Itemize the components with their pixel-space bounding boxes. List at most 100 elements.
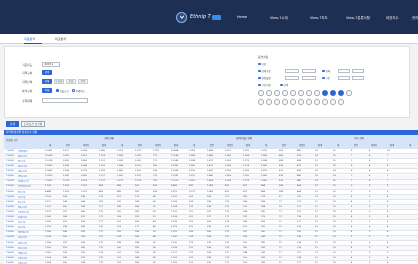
column-header[interactable]: 합계: [242, 143, 254, 147]
column-header[interactable]: 입주: [350, 143, 362, 147]
column-header[interactable]: 미입주: [80, 143, 92, 147]
option-input-8[interactable]: [352, 75, 364, 80]
logo-icon: [176, 11, 187, 23]
row-value: 25: [333, 154, 336, 157]
option-input-7[interactable]: [338, 75, 350, 80]
column-header[interactable]: 합계: [170, 143, 182, 147]
output-select[interactable]: [42, 98, 88, 103]
search-button[interactable]: 검색: [6, 121, 19, 127]
analysis-chip[interactable]: 전체: [42, 88, 52, 93]
option-circle-3[interactable]: [274, 90, 280, 96]
column-header[interactable]: 입주: [134, 143, 146, 147]
column-header[interactable]: 계: [260, 143, 272, 147]
option-circle-6[interactable]: [298, 90, 304, 96]
nav-item-home[interactable]: Home: [237, 15, 247, 19]
option-radio-section[interactable]: 구간지정: [258, 83, 271, 87]
option-circle-19[interactable]: [306, 99, 312, 105]
option-radio-basic[interactable]: 기본: [258, 62, 266, 66]
reset-button[interactable]: 조회조건 초기화: [21, 121, 45, 127]
option-circle-1[interactable]: [258, 90, 264, 96]
option-circle-2[interactable]: [266, 90, 272, 96]
row-name: 동래구(가): [18, 217, 28, 220]
option-circle-7[interactable]: [306, 90, 312, 96]
row-value: 171: [99, 216, 103, 219]
option-input-5[interactable]: [285, 75, 299, 80]
column-header[interactable]: 입주: [62, 143, 74, 147]
option-circle-17[interactable]: [290, 99, 296, 105]
row-name: 동대문구(가): [18, 181, 30, 184]
option-circle-12[interactable]: [346, 90, 352, 96]
row-value: 1,372: [117, 180, 123, 183]
option-input-4[interactable]: [352, 68, 364, 73]
option-circle-14[interactable]: [266, 99, 272, 105]
region-chip-2[interactable]: 동남: [66, 79, 76, 84]
nav-item-view-2[interactable]: View-7지도: [310, 15, 328, 20]
analysis-radio-2[interactable]: 전체비교: [72, 89, 85, 93]
column-header[interactable]: 계: [188, 143, 200, 147]
column-header[interactable]: 입주: [206, 143, 218, 147]
option-input-3[interactable]: [338, 68, 350, 73]
row-value: 1,349: [117, 154, 123, 157]
option-circle-20[interactable]: [314, 99, 320, 105]
nav-item-index[interactable]: 대표지수: [386, 15, 398, 20]
region-type-chip[interactable]: 광역: [42, 70, 52, 75]
option-circle-8[interactable]: [314, 90, 320, 96]
row-value: 1,127: [99, 175, 105, 178]
option-circle-9[interactable]: [322, 90, 328, 96]
option-circle-11[interactable]: [338, 90, 344, 96]
row-name: 사하구(가): [18, 237, 28, 240]
option-radio-small-3[interactable]: 선택: [280, 83, 288, 87]
row-value: 72: [279, 221, 282, 224]
option-circle-10[interactable]: [330, 90, 336, 96]
row-value: 11,264: [171, 170, 179, 173]
row-value: 184: [261, 200, 265, 203]
region-chip-1[interactable]: 도심권: [54, 79, 64, 84]
row-value: 1,673: [207, 159, 213, 162]
option-input-2[interactable]: [302, 68, 316, 73]
column-header[interactable]: 미입주: [152, 143, 164, 147]
column-header[interactable]: 합계: [98, 143, 110, 147]
option-radio-small-1[interactable]: 전체: [322, 69, 330, 73]
column-header[interactable]: 합계: [314, 143, 326, 147]
column-header[interactable]: 계: [332, 143, 344, 147]
option-radio-detail[interactable]: 상세구분: [258, 69, 271, 73]
option-radio-range[interactable]: 범위설정: [258, 76, 271, 80]
option-input-6[interactable]: [302, 75, 316, 80]
row-value: 3,004: [81, 149, 87, 152]
column-header[interactable]: 계: [44, 143, 56, 147]
option-circle-15[interactable]: [274, 99, 280, 105]
option-circle-13[interactable]: [258, 99, 264, 105]
column-header[interactable]: 합계: [386, 143, 398, 147]
column-header[interactable]: 입주: [278, 143, 290, 147]
column-header[interactable]: 미입주: [224, 143, 236, 147]
column-header[interactable]: 계: [404, 143, 416, 147]
column-header[interactable]: 미입주: [296, 143, 308, 147]
row-value: 184: [135, 241, 139, 244]
option-circle-18[interactable]: [298, 99, 304, 105]
region-chip-all[interactable]: 전체: [42, 79, 52, 84]
row-value: 5: [387, 185, 389, 188]
row-value: 14: [387, 149, 390, 152]
row-value: 174: [261, 195, 265, 198]
nav-item-admin[interactable]: 관리: [412, 15, 418, 20]
option-circle-5[interactable]: [290, 90, 296, 96]
option-circle-4[interactable]: [282, 90, 288, 96]
option-radio-small-2[interactable]: 구분: [322, 76, 330, 80]
subtab-compare[interactable]: 비교분석: [55, 37, 66, 41]
app-logo[interactable]: Ethnip T: [176, 11, 221, 23]
option-circle-21[interactable]: [322, 99, 328, 105]
logo-text: Ethnip T: [190, 14, 211, 20]
column-header[interactable]: 미입주: [368, 143, 380, 147]
option-radio-small-2-label: 구분: [325, 77, 331, 80]
column-header[interactable]: 계: [116, 143, 128, 147]
nav-item-view-1[interactable]: View-7시계: [270, 15, 288, 20]
nav-item-view-3[interactable]: View-7분류사항: [346, 15, 370, 20]
year-select[interactable]: 2015 ▾: [42, 62, 60, 67]
option-input-1[interactable]: [285, 68, 299, 73]
option-circle-22[interactable]: [330, 99, 336, 105]
region-chip-3[interactable]: 동북: [78, 79, 88, 84]
analysis-radio-1[interactable]: 서울근교: [56, 89, 69, 93]
option-circle-16[interactable]: [282, 99, 288, 105]
option-circle-23[interactable]: [338, 99, 344, 105]
subtab-analysis[interactable]: 지표분석: [24, 37, 35, 41]
